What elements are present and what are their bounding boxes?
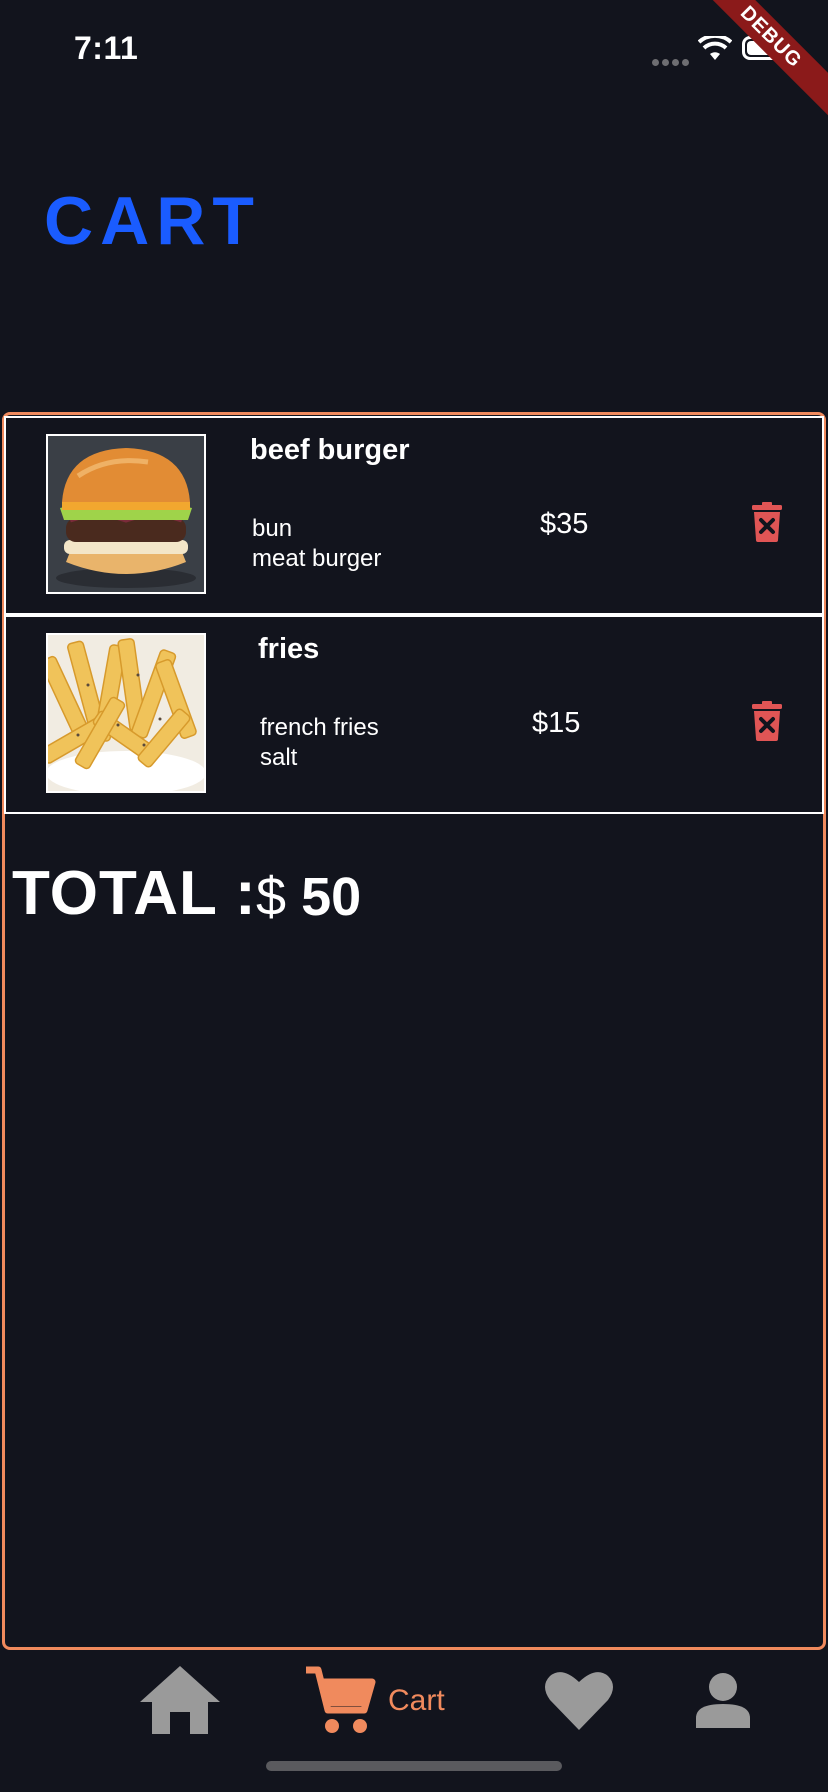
status-bar: 7:11 DEBUG — [0, 0, 828, 129]
total-amount: 50 — [301, 867, 362, 927]
cart-item-beef-burger[interactable]: beef burger bun meat burger $35 — [4, 416, 824, 615]
home-indicator — [266, 1761, 562, 1771]
nav-cart[interactable]: Cart — [304, 1664, 454, 1738]
item-ingredient: bun — [252, 515, 293, 542]
item-ingredient: salt — [260, 744, 298, 771]
signal-icon — [652, 53, 692, 71]
debug-banner: DEBUG — [679, 0, 828, 129]
item-ingredient: meat burger — [252, 545, 382, 572]
total-label: TOTAL : — [12, 859, 257, 928]
delete-icon[interactable] — [750, 701, 784, 741]
fries-image — [46, 633, 206, 793]
cart-icon — [306, 1666, 376, 1733]
nav-cart-label: Cart — [388, 1684, 445, 1717]
person-icon[interactable] — [694, 1672, 752, 1728]
burger-image — [46, 434, 206, 594]
item-price: $35 — [540, 508, 589, 540]
heart-icon[interactable] — [544, 1668, 614, 1732]
page-title: CART — [44, 183, 261, 259]
delete-icon[interactable] — [750, 502, 784, 542]
home-icon[interactable] — [138, 1664, 222, 1736]
item-price: $15 — [532, 707, 581, 739]
total-value: $ 50 — [256, 866, 361, 928]
cart-item-fries[interactable]: fries french fries salt $15 — [4, 615, 824, 814]
item-name: fries — [258, 633, 320, 665]
item-name: beef burger — [250, 434, 410, 466]
wifi-icon — [698, 36, 732, 60]
item-ingredient: french fries — [260, 714, 379, 741]
status-time: 7:11 — [74, 30, 139, 66]
total-currency: $ — [256, 867, 287, 927]
